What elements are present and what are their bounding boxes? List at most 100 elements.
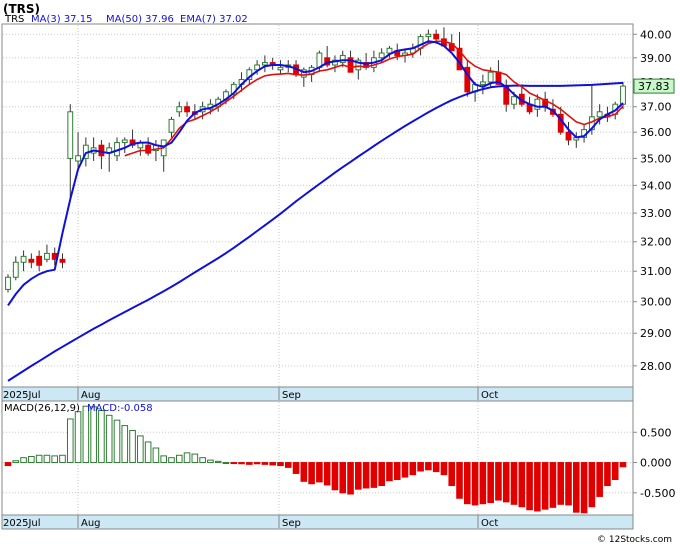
macd-bar-positive	[183, 452, 191, 464]
candle-body-up	[121, 139, 128, 144]
credit-text: © 12Stocks.com	[597, 535, 672, 545]
macd-bar-negative	[308, 462, 315, 485]
macd-bar-positive	[28, 455, 35, 464]
macd-bar-negative	[580, 462, 588, 514]
macd-bar-negative	[541, 462, 549, 510]
macd-bar-positive	[214, 460, 222, 464]
candle	[5, 274, 11, 293]
price-tick-label: 40.00	[640, 28, 672, 41]
candle-body-up	[620, 85, 626, 105]
last-price-tag: 37.83	[633, 78, 675, 94]
macd-tick-label: -0.500	[640, 487, 675, 500]
price-tick-label: 30.00	[640, 296, 672, 309]
price-tick-label: 35.00	[640, 152, 672, 165]
candle-body-up	[425, 33, 432, 38]
macd-month-label: 2025Jul	[3, 518, 41, 529]
macd-bar-negative	[417, 462, 424, 472]
macd-bar-negative	[502, 462, 510, 503]
macd-month-label: Oct	[481, 518, 498, 529]
price-tick-label: 34.00	[640, 179, 672, 192]
macd-bar-negative	[300, 462, 308, 482]
macd-bar-negative	[246, 462, 253, 465]
macd-bar-negative	[596, 462, 603, 497]
macd-bar-negative	[479, 462, 487, 505]
macd-bar-positive	[207, 459, 214, 464]
macd-bar-positive	[74, 411, 82, 464]
macd-bar-negative	[495, 462, 502, 501]
candle-body-up	[67, 111, 74, 159]
macd-axis: 0.500 0.000 -0.500	[633, 426, 675, 500]
candle-body-up	[511, 96, 517, 105]
macd-bar-positive	[90, 406, 97, 464]
macd-bar-negative	[253, 462, 261, 465]
macd-bar-positive	[113, 419, 121, 464]
macd-bar-negative	[261, 462, 269, 465]
macd-bar-positive	[12, 460, 20, 464]
macd-bar-positive	[35, 454, 43, 464]
macd-bar-negative	[471, 462, 479, 506]
candle-body-up	[75, 155, 81, 162]
macd-bar-positive	[66, 418, 74, 464]
price-tick-label: 32.00	[640, 236, 672, 249]
macd-bar-negative	[316, 462, 323, 483]
macd-title: MACD(26,12,9)	[4, 403, 80, 414]
price-tick-label: 31.00	[640, 265, 672, 278]
macd-bar-negative	[355, 462, 362, 490]
macd-bar-negative	[393, 462, 401, 480]
candle-body-up	[44, 252, 50, 260]
price-tick-label: 29.00	[640, 327, 672, 340]
candle-body-down	[59, 258, 66, 263]
legend-ticker: TRS	[4, 14, 24, 25]
macd-bar-negative	[604, 462, 611, 487]
macd-bar-negative	[534, 462, 541, 512]
macd-bar-negative	[323, 462, 331, 486]
candle-body-up	[5, 276, 11, 290]
macd-bar-positive	[137, 435, 144, 464]
price-month-label: 2025Jul	[3, 390, 41, 401]
macd-bar-negative	[362, 462, 370, 489]
candle-body-up	[168, 118, 175, 133]
macd-bar-negative	[588, 462, 596, 508]
macd-bar-negative	[4, 462, 12, 467]
candle-body-up	[12, 261, 19, 278]
macd-bar-negative	[284, 462, 292, 468]
macd-bar-negative	[619, 462, 627, 468]
price-legend: TRS MA(3) 37.15 MA(50) 37.96 EMA(7) 37.0…	[4, 14, 248, 25]
macd-bar-negative	[277, 462, 284, 467]
candle-body-down	[145, 144, 152, 154]
macd-bar-negative	[401, 462, 409, 478]
macd-bar-negative	[572, 462, 580, 513]
macd-bar-negative	[269, 462, 276, 466]
macd-bar-negative	[292, 462, 300, 474]
legend-ema7: EMA(7) 37.02	[180, 14, 248, 25]
price-month-label: Aug	[81, 390, 101, 401]
legend-ma3: MA(3) 37.15	[31, 14, 92, 25]
macd-bar-positive	[160, 455, 167, 464]
chart-canvas: 28.00 29.00 30.00 31.00 32.00 33.00 34.00 35.00…	[0, 0, 680, 546]
macd-bar-negative	[339, 462, 347, 494]
macd-bar-positive	[98, 409, 105, 464]
candle-body-down	[565, 131, 572, 141]
macd-bar-negative	[440, 462, 448, 476]
macd-bar-negative	[611, 462, 619, 480]
macd-bar-negative	[378, 462, 385, 487]
price-tick-label: 28.00	[640, 360, 672, 373]
macd-bar-negative	[549, 462, 557, 508]
macd-bar-negative	[331, 462, 339, 491]
macd-bar-positive	[222, 462, 230, 465]
candle-body-up	[596, 111, 603, 118]
legend-ma50: MA(50) 37.96	[106, 14, 174, 25]
macd-bar-negative	[456, 462, 463, 499]
macd-bar-positive	[82, 405, 90, 464]
macd-bar-negative	[409, 462, 417, 476]
candle-body-down	[36, 255, 43, 266]
price-month-label: Sep	[282, 390, 301, 401]
candle-body-up	[479, 81, 486, 85]
macd-bar-positive	[175, 454, 183, 464]
candle-body-up	[534, 98, 541, 110]
macd-bar-negative	[386, 462, 393, 482]
price-panel	[1, 23, 634, 402]
candle-body-up	[277, 66, 284, 71]
price-tick-label: 36.00	[640, 126, 672, 139]
macd-bar-negative	[518, 462, 526, 508]
